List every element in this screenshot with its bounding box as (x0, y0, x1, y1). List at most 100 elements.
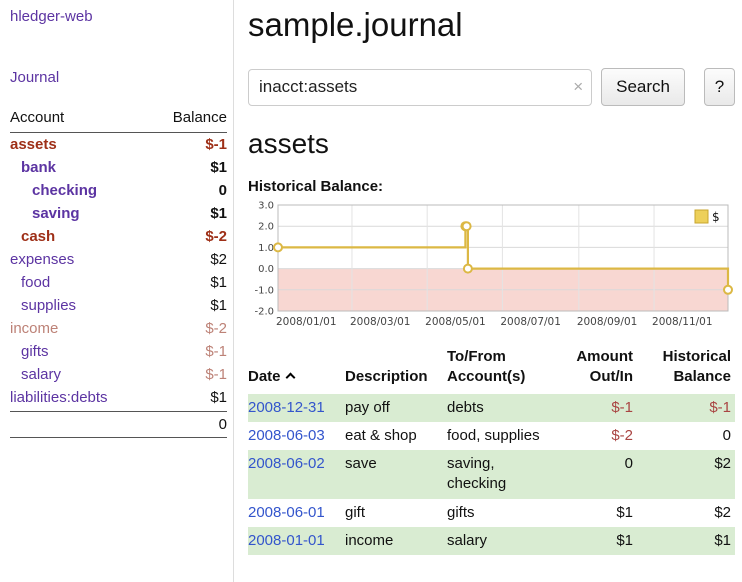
account-row: saving $1 (10, 202, 227, 225)
transaction-date-link[interactable]: 2008-01-01 (248, 532, 325, 549)
account-balance: $-1 (205, 366, 227, 383)
col-header-balance: Historical Balance (641, 345, 735, 394)
x-tick-label: 2008/03/01 (350, 316, 411, 328)
search-input[interactable] (248, 69, 592, 106)
help-button[interactable]: ? (704, 68, 735, 106)
account-row: liabilities:debts $1 (10, 386, 227, 409)
y-tick-label: 1.0 (258, 243, 274, 254)
transaction-description: income (345, 527, 447, 555)
account-link[interactable]: income (10, 320, 58, 337)
legend-label: $ (712, 210, 720, 224)
transaction-date-cell: 2008-06-03 (248, 422, 345, 450)
transaction-date-cell: 2008-06-01 (248, 499, 345, 527)
chart-title: Historical Balance: (248, 178, 735, 195)
data-point-marker (724, 286, 732, 294)
account-balance: $1 (210, 274, 227, 291)
sort-ascending-icon (285, 373, 295, 383)
account-balance: $-1 (205, 136, 227, 153)
transaction-balance: $1 (641, 527, 735, 555)
account-link[interactable]: cash (10, 228, 55, 245)
account-row: gifts $-1 (10, 340, 227, 363)
transaction-accounts: saving, checking (447, 450, 557, 499)
account-heading: assets (248, 128, 735, 160)
y-tick-label: -1.0 (254, 285, 274, 296)
account-link[interactable]: saving (10, 205, 80, 222)
accounts-list: assets $-1 bank $1 checking 0 saving $1 cash $-2 e… (10, 133, 227, 409)
y-tick-label: 0.0 (258, 264, 274, 275)
accounts-header-balance: Balance (173, 109, 227, 126)
account-row: food $1 (10, 271, 227, 294)
transaction-balance: $-1 (641, 394, 735, 422)
transaction-amount: 0 (557, 450, 641, 499)
register-header-row: Date Description To/From Account(s) Amou… (248, 345, 735, 394)
account-link[interactable]: salary (10, 366, 61, 383)
accounts-header-account: Account (10, 109, 64, 126)
transaction-row: 2008-06-02savesaving, checking0$2 (248, 450, 735, 499)
x-tick-label: 2008/05/01 (425, 316, 486, 328)
transaction-accounts: debts (447, 394, 557, 422)
data-point-marker (274, 243, 282, 251)
data-point-marker (463, 222, 471, 230)
brand-link[interactable]: hledger-web (10, 8, 227, 25)
col-header-description: Description (345, 345, 447, 394)
transaction-date-link[interactable]: 2008-06-03 (248, 427, 325, 444)
transaction-accounts: gifts (447, 499, 557, 527)
account-row: checking 0 (10, 179, 227, 202)
accounts-total-row: 0 (10, 411, 227, 438)
accounts-panel: Account Balance assets $-1 bank $1 checking 0… (10, 106, 227, 438)
sidebar: hledger-web Journal Account Balance asse… (0, 0, 234, 582)
transaction-accounts: salary (447, 527, 557, 555)
transaction-accounts: food, supplies (447, 422, 557, 450)
y-tick-label: -2.0 (254, 307, 274, 318)
search-button[interactable]: Search (601, 68, 685, 106)
account-link[interactable]: bank (10, 159, 56, 176)
clear-search-icon[interactable]: × (573, 77, 583, 97)
transaction-row: 2008-06-01giftgifts$1$2 (248, 499, 735, 527)
accounts-header-row: Account Balance (10, 106, 227, 133)
col-header-amount: Amount Out/In (557, 345, 641, 394)
transaction-amount: $-2 (557, 422, 641, 450)
account-link[interactable]: assets (10, 136, 57, 153)
account-balance: $-1 (205, 343, 227, 360)
x-tick-label: 2008/09/01 (577, 316, 638, 328)
transaction-date-cell: 2008-12-31 (248, 394, 345, 422)
legend-swatch (695, 210, 708, 223)
transaction-date-link[interactable]: 2008-12-31 (248, 399, 325, 416)
x-tick-label: 2008/11/01 (652, 316, 713, 328)
transaction-balance: 0 (641, 422, 735, 450)
nav-journal-link[interactable]: Journal (10, 69, 227, 86)
transaction-amount: $1 (557, 499, 641, 527)
y-tick-label: 3.0 (258, 201, 274, 212)
col-header-accounts: To/From Account(s) (447, 345, 557, 394)
account-link[interactable]: liabilities:debts (10, 389, 108, 406)
account-link[interactable]: expenses (10, 251, 74, 268)
col-header-date-label: Date (248, 368, 281, 385)
search-bar: × Search ? (248, 68, 735, 106)
account-link[interactable]: supplies (10, 297, 76, 314)
account-balance: $-2 (205, 320, 227, 337)
col-header-date[interactable]: Date (248, 345, 345, 394)
transaction-date-cell: 2008-06-02 (248, 450, 345, 499)
account-balance: $1 (210, 297, 227, 314)
transaction-row: 2008-01-01incomesalary$1$1 (248, 527, 735, 555)
account-link[interactable]: gifts (10, 343, 49, 360)
account-balance: 0 (219, 182, 227, 199)
transaction-balance: $2 (641, 450, 735, 499)
account-balance: $1 (210, 205, 227, 222)
transaction-amount: $-1 (557, 394, 641, 422)
transaction-row: 2008-12-31pay offdebts$-1$-1 (248, 394, 735, 422)
account-row: salary $-1 (10, 363, 227, 386)
account-link[interactable]: food (10, 274, 50, 291)
account-balance: $1 (210, 159, 227, 176)
account-balance: $2 (210, 251, 227, 268)
main-content: sample.journal × Search ? assets Histori… (248, 0, 735, 555)
accounts-total-value: 0 (219, 416, 227, 433)
transaction-date-link[interactable]: 2008-06-01 (248, 504, 325, 521)
account-row: supplies $1 (10, 294, 227, 317)
account-balance: $1 (210, 389, 227, 406)
search-input-wrap: × (248, 69, 592, 106)
transaction-date-link[interactable]: 2008-06-02 (248, 455, 325, 472)
data-point-marker (464, 265, 472, 273)
account-link[interactable]: checking (10, 182, 97, 199)
transaction-description: gift (345, 499, 447, 527)
